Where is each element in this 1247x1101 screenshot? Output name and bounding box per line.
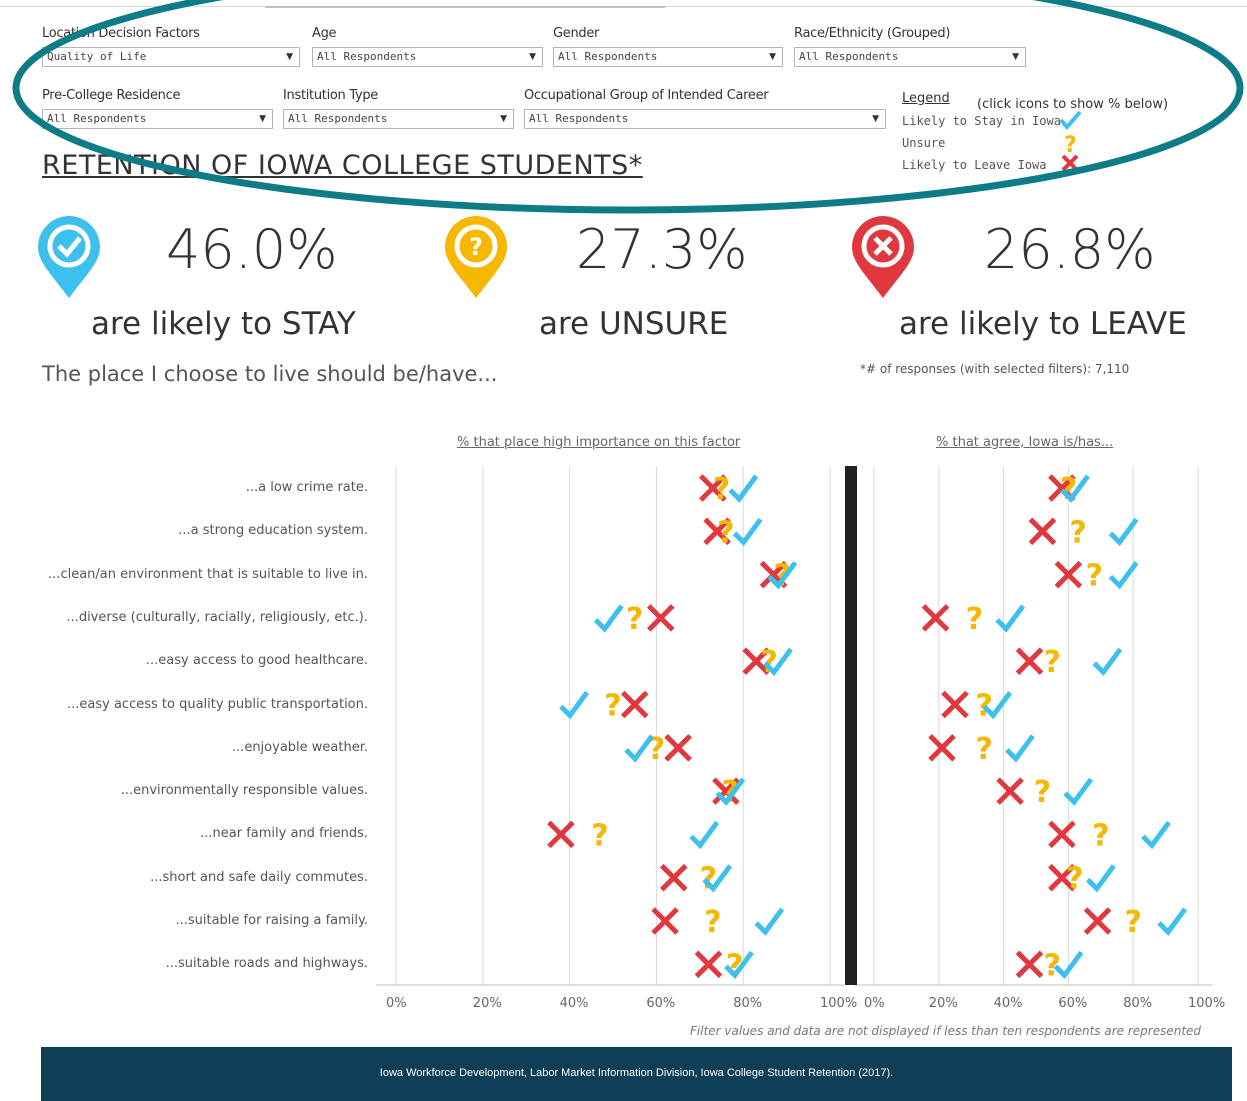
unsure-question-mark[interactable]: ? [1092, 818, 1109, 853]
x-tick-label: 100% [820, 996, 858, 1011]
unsure-question-mark[interactable]: ? [713, 472, 730, 507]
leave-x-mark[interactable] [659, 863, 688, 892]
svg-text:?: ? [1060, 472, 1077, 507]
unsure-question-mark[interactable]: ? [700, 862, 717, 897]
stay-check-mark[interactable] [1063, 777, 1094, 806]
svg-text:?: ? [1043, 645, 1060, 680]
leave-x-mark[interactable] [1083, 907, 1112, 935]
unsure-question-mark[interactable]: ? [761, 645, 778, 680]
svg-text:?: ? [626, 602, 643, 637]
svg-text:?: ? [1086, 559, 1103, 594]
svg-text:?: ? [1069, 515, 1086, 550]
leave-x-mark[interactable] [1015, 950, 1044, 979]
stay-check-mark[interactable] [995, 604, 1026, 633]
x-tick-label: 80% [733, 996, 763, 1011]
stay-check-mark[interactable] [559, 691, 589, 720]
svg-text:?: ? [1034, 775, 1051, 810]
x-tick-label: 60% [1058, 996, 1088, 1011]
svg-text:?: ? [704, 905, 721, 940]
svg-text:?: ? [1066, 862, 1083, 897]
unsure-question-mark[interactable]: ? [626, 602, 643, 637]
leave-x-mark[interactable] [646, 604, 675, 632]
svg-text:?: ? [591, 818, 608, 853]
leave-x-mark[interactable] [921, 604, 950, 632]
unsure-question-mark[interactable]: ? [1034, 775, 1051, 810]
stay-check-mark[interactable] [754, 907, 785, 936]
x-tick-label: 40% [559, 996, 589, 1011]
leave-x-mark[interactable] [1048, 820, 1076, 849]
x-tick-label: 80% [1123, 996, 1153, 1011]
x-tick-label: 60% [646, 996, 676, 1011]
svg-text:?: ? [975, 732, 992, 767]
unsure-question-mark[interactable]: ? [975, 689, 992, 724]
footer-source: Iowa Workforce Development, Labor Market… [379, 1067, 894, 1079]
unsure-question-mark[interactable]: ? [704, 905, 721, 940]
stay-check-mark[interactable] [1141, 820, 1171, 850]
leave-x-mark[interactable] [620, 690, 649, 719]
x-tick-label: 20% [928, 996, 958, 1011]
stay-check-mark[interactable] [1157, 907, 1188, 936]
unsure-question-mark[interactable]: ? [975, 732, 992, 767]
svg-text:?: ? [700, 862, 717, 897]
panel-divider [845, 466, 857, 985]
unsure-question-mark[interactable]: ? [1066, 862, 1083, 897]
leave-x-mark[interactable] [664, 734, 692, 762]
svg-text:?: ? [713, 472, 730, 507]
svg-text:?: ? [717, 515, 734, 550]
svg-text:?: ? [1092, 818, 1109, 853]
unsure-question-mark[interactable]: ? [591, 818, 608, 853]
x-tick-label: 0% [386, 996, 407, 1011]
x-tick-label: 40% [993, 996, 1023, 1011]
footer-bar: Iowa Workforce Development, Labor Market… [41, 1047, 1232, 1101]
stay-check-mark[interactable] [1086, 864, 1116, 893]
disclaimer-note: Filter values and data are not displayed… [690, 1024, 1202, 1038]
stay-check-mark[interactable] [732, 517, 763, 547]
stay-check-mark[interactable] [593, 604, 624, 633]
unsure-question-mark[interactable]: ? [1069, 515, 1086, 550]
leave-x-mark[interactable] [928, 734, 956, 762]
leave-x-mark[interactable] [941, 690, 969, 719]
unsure-question-mark[interactable]: ? [1124, 905, 1141, 940]
leave-x-mark[interactable] [996, 777, 1024, 805]
stay-check-mark[interactable] [1108, 517, 1139, 547]
unsure-question-mark[interactable]: ? [966, 602, 983, 637]
svg-text:?: ? [604, 689, 621, 724]
x-tick-label: 0% [864, 996, 885, 1011]
leave-x-mark[interactable] [694, 950, 723, 979]
unsure-question-mark[interactable]: ? [1060, 472, 1077, 507]
x-tick-label: 100% [1188, 996, 1226, 1011]
unsure-question-mark[interactable]: ? [717, 515, 734, 550]
x-tick-label: 20% [472, 996, 502, 1011]
unsure-question-mark[interactable]: ? [1086, 559, 1103, 594]
svg-text:?: ? [975, 689, 992, 724]
dot-plot-chart: ???????????????????????? [376, 466, 1212, 986]
svg-text:?: ? [1124, 905, 1141, 940]
unsure-question-mark[interactable]: ? [1043, 645, 1060, 680]
stay-check-mark[interactable] [1108, 561, 1139, 590]
stay-check-mark[interactable] [1005, 734, 1035, 763]
unsure-question-mark[interactable]: ? [604, 689, 621, 724]
stay-check-mark[interactable] [1092, 647, 1123, 677]
leave-x-mark[interactable] [1015, 647, 1044, 675]
svg-text:?: ? [966, 602, 983, 637]
stay-check-mark[interactable] [689, 820, 720, 850]
leave-x-mark[interactable] [1028, 517, 1057, 546]
svg-text:?: ? [761, 645, 778, 680]
